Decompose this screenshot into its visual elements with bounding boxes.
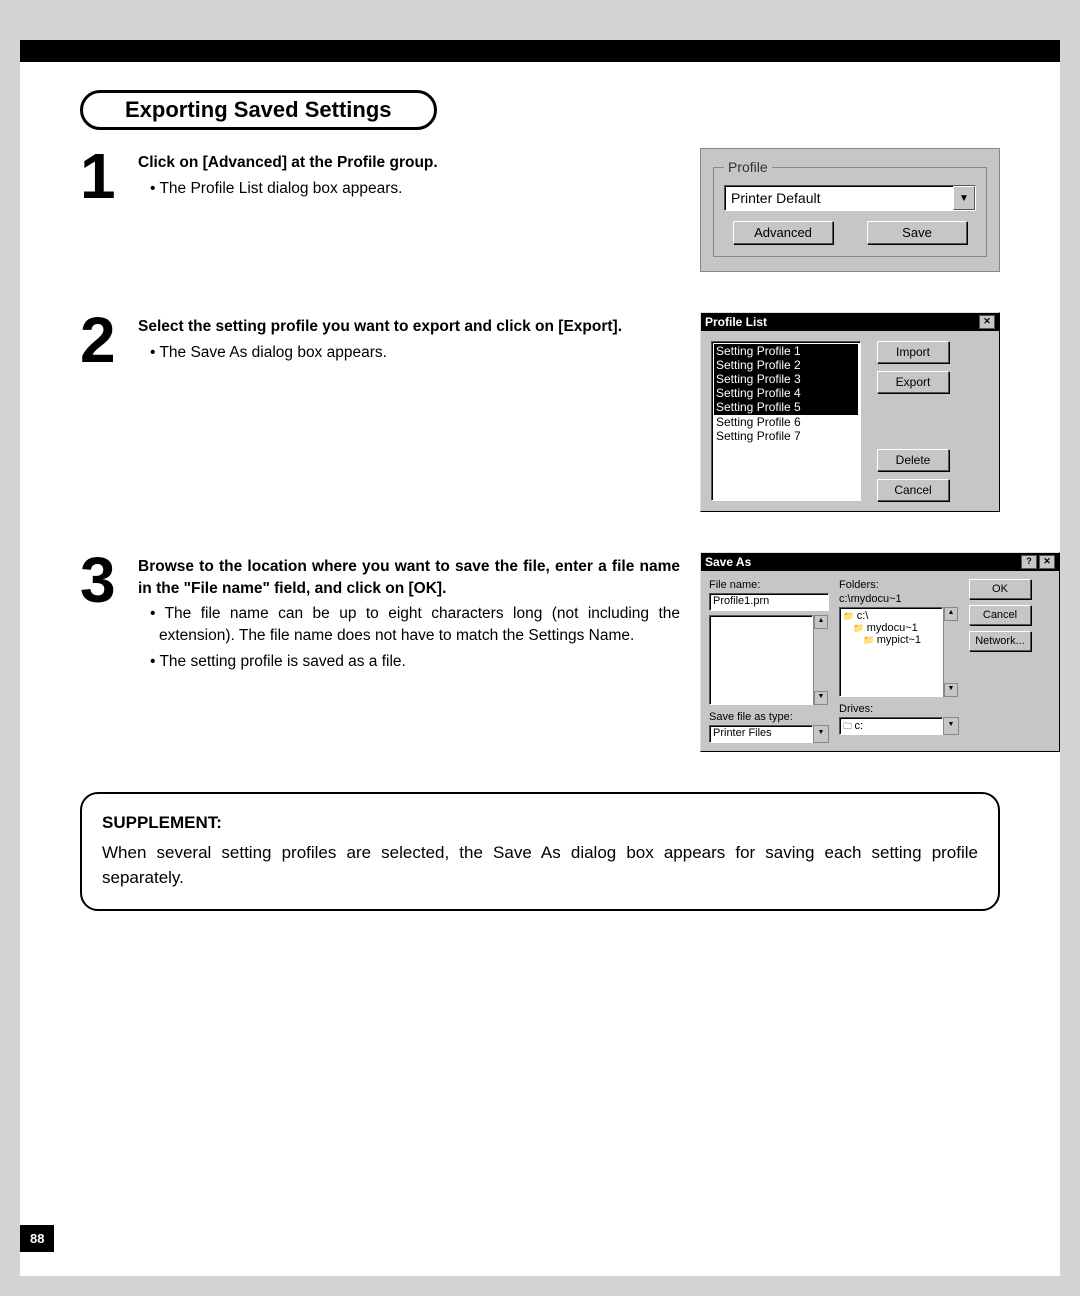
folders-path: c:\mydocu~1 (839, 593, 959, 605)
step-heading: Browse to the location where you want to… (138, 556, 680, 599)
scroll-up-icon[interactable]: ▲ (944, 607, 958, 621)
list-item[interactable]: Setting Profile 6 (714, 415, 858, 429)
list-item[interactable]: Setting Profile 4 (714, 386, 858, 400)
step-2: 2 Select the setting profile you want to… (80, 312, 1000, 512)
step-1: 1 Click on [Advanced] at the Profile gro… (80, 148, 1000, 272)
profile-combo[interactable]: Printer Default ▼ (724, 185, 976, 211)
document-page: Exporting Saved Settings 1 Click on [Adv… (20, 40, 1060, 1276)
header-bar (20, 40, 1060, 62)
drives-combo[interactable]: c: ▼ (839, 717, 959, 735)
profile-legend: Profile (724, 159, 772, 175)
step-heading: Click on [Advanced] at the Profile group… (138, 152, 680, 174)
save-as-dialog: Save As ? ✕ File name: Profile1.prn (700, 552, 1060, 752)
folders-label: Folders: (839, 579, 959, 591)
ok-button[interactable]: OK (969, 579, 1031, 599)
scroll-down-icon[interactable]: ▼ (944, 683, 958, 697)
chevron-down-icon[interactable]: ▼ (953, 186, 975, 210)
step-heading: Select the setting profile you want to e… (138, 316, 680, 338)
help-icon[interactable]: ? (1021, 555, 1037, 569)
list-item[interactable]: Setting Profile 5 (714, 400, 858, 415)
step-bullet: The file name can be up to eight charact… (150, 603, 680, 646)
supplement-title: SUPPLEMENT: (102, 810, 978, 836)
section-title: Exporting Saved Settings (80, 90, 437, 130)
scrollbar[interactable]: ▲ ▼ (813, 615, 829, 705)
scroll-up-icon[interactable]: ▲ (814, 615, 828, 629)
profile-list-dialog: Profile List ✕ Setting Profile 1 Setting… (700, 312, 1000, 512)
profile-combo-value: Printer Default (725, 186, 953, 210)
step-number: 3 (80, 552, 130, 676)
drives-label: Drives: (839, 703, 959, 715)
delete-button[interactable]: Delete (877, 449, 949, 471)
scroll-down-icon[interactable]: ▼ (814, 691, 828, 705)
file-list[interactable] (709, 615, 813, 705)
list-item[interactable]: Setting Profile 1 (714, 344, 858, 358)
savetype-label: Save file as type: (709, 711, 829, 723)
filename-label: File name: (709, 579, 829, 591)
export-button[interactable]: Export (877, 371, 949, 393)
close-icon[interactable]: ✕ (979, 315, 995, 329)
chevron-down-icon[interactable]: ▼ (813, 725, 829, 743)
chevron-down-icon[interactable]: ▼ (943, 717, 959, 735)
dialog-titlebar[interactable]: Save As ? ✕ (701, 553, 1059, 571)
cancel-button[interactable]: Cancel (877, 479, 949, 501)
cancel-button[interactable]: Cancel (969, 605, 1031, 625)
save-button[interactable]: Save (867, 221, 967, 244)
step-bullet: The Profile List dialog box appears. (150, 178, 680, 200)
step-number: 2 (80, 312, 130, 370)
filename-input[interactable]: Profile1.prn (709, 593, 829, 611)
list-item[interactable]: Setting Profile 7 (714, 429, 858, 443)
savetype-combo[interactable]: Printer Files ▼ (709, 725, 829, 743)
scrollbar[interactable]: ▲ ▼ (943, 607, 959, 697)
page-content: Exporting Saved Settings 1 Click on [Adv… (20, 62, 1060, 911)
profile-listbox[interactable]: Setting Profile 1 Setting Profile 2 Sett… (711, 341, 861, 501)
folder-item[interactable]: c:\ (843, 610, 939, 622)
drives-value: c: (839, 717, 943, 735)
folders-tree[interactable]: c:\ mydocu~1 mypict~1 (839, 607, 943, 697)
dialog-title: Profile List (705, 315, 767, 329)
advanced-button[interactable]: Advanced (733, 221, 833, 244)
dialog-title: Save As (705, 555, 751, 569)
step-3: 3 Browse to the location where you want … (80, 552, 1000, 752)
savetype-value: Printer Files (709, 725, 813, 743)
folder-item[interactable]: mydocu~1 (843, 622, 939, 634)
folder-item[interactable]: mypict~1 (843, 634, 939, 646)
dialog-titlebar[interactable]: Profile List ✕ (701, 313, 999, 331)
supplement-box: SUPPLEMENT: When several setting profile… (80, 792, 1000, 911)
network-button[interactable]: Network... (969, 631, 1031, 651)
step-number: 1 (80, 148, 130, 206)
close-icon[interactable]: ✕ (1039, 555, 1055, 569)
profile-groupbox: Profile Printer Default ▼ Advanced Save (700, 148, 1000, 272)
step-bullet: The Save As dialog box appears. (150, 342, 680, 364)
list-item[interactable]: Setting Profile 2 (714, 358, 858, 372)
supplement-text: When several setting profiles are select… (102, 840, 978, 891)
step-bullet: The setting profile is saved as a file. (150, 651, 680, 673)
page-number: 88 (20, 1225, 54, 1252)
import-button[interactable]: Import (877, 341, 949, 363)
list-item[interactable]: Setting Profile 3 (714, 372, 858, 386)
